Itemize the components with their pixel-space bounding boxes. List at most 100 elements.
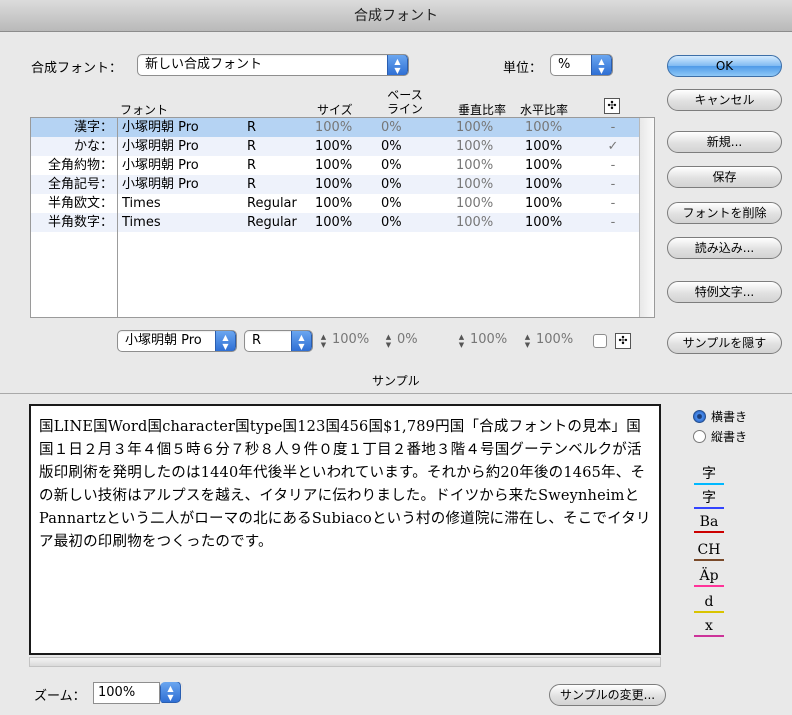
horizontal-scale-value[interactable]: 100% (536, 332, 573, 347)
cell-style: R (247, 177, 257, 192)
popup-arrows-icon: ▲ ▼ (291, 331, 312, 351)
cell-center: - (610, 196, 616, 211)
ok-button[interactable]: OK (667, 55, 782, 77)
sample-heading: サンプル (372, 374, 420, 388)
cell-vscale: 100% (456, 120, 494, 135)
sample-scrollbar[interactable] (29, 657, 661, 667)
composite-font-select[interactable]: 新しい合成フォント ▲ ▼ (137, 54, 409, 76)
cell-hscale: 100% (525, 196, 563, 211)
popup-arrows-icon: ▲ ▼ (160, 682, 181, 703)
cell-size: 100% (315, 139, 353, 154)
cell-size: 100% (315, 196, 353, 211)
cell-label: かな： (73, 139, 113, 154)
cell-center: - (610, 120, 616, 135)
cell-style: Regular (247, 215, 297, 230)
cell-font: 小塚明朝 Pro (122, 120, 199, 135)
header-baseline-2: ライン (386, 102, 423, 116)
cell-hscale: 100% (525, 139, 563, 154)
cell-font: Times (122, 196, 161, 211)
table-row[interactable]: 半角欧文： Times Regular 100% 0% 100% 100% - (31, 194, 640, 213)
guide-glyph[interactable]: x (694, 617, 724, 635)
cell-baseline: 0% (381, 215, 402, 230)
font-select[interactable]: 小塚明朝 Pro ▲ ▼ (117, 330, 237, 352)
save-button[interactable]: 保存 (667, 166, 782, 188)
unit-value: % (558, 57, 571, 72)
zoom-field[interactable]: 100% (93, 682, 160, 704)
header-size: サイズ (317, 103, 353, 117)
horizontal-scale-stepper[interactable]: ▲ ▼ (522, 331, 533, 351)
style-select[interactable]: R ▲ ▼ (244, 330, 313, 352)
cell-baseline: 0% (381, 158, 402, 173)
vertical-scale-stepper[interactable]: ▲ ▼ (456, 331, 467, 351)
guide-line (694, 507, 724, 509)
cell-style: R (247, 158, 257, 173)
sample-preview: 国LINE国Word国character国type国123国456国$1,789… (29, 404, 661, 655)
cross-arrows-icon: ✣ (615, 333, 631, 349)
unit-label: 単位： (503, 61, 543, 76)
cell-style: Regular (247, 196, 297, 211)
guide-line (694, 559, 724, 561)
cell-vscale: 100% (456, 158, 494, 173)
vertical-label: 縦書き (711, 430, 748, 444)
baseline-value[interactable]: 0% (397, 332, 418, 347)
header-font: フォント (120, 103, 169, 117)
guide-glyph[interactable]: 字 (694, 465, 724, 483)
table-row[interactable]: 漢字： 小塚明朝 Pro R 100% 0% 100% 100% - (31, 118, 640, 137)
cell-font: 小塚明朝 Pro (122, 177, 199, 192)
font-settings-table: 漢字： 小塚明朝 Pro R 100% 0% 100% 100% - かな： 小塚明朝 Pro R 1… (30, 117, 655, 318)
header-vertical-scale: 垂直比率 (458, 103, 507, 117)
horizontal-radio[interactable] (693, 410, 706, 423)
cell-hscale: 100% (525, 177, 563, 192)
cross-arrows-icon: ✣ (604, 98, 620, 114)
delete-font-button[interactable]: フォントを削除 (667, 202, 782, 224)
vertical-scale-value[interactable]: 100% (470, 332, 507, 347)
header-horizontal-scale: 水平比率 (520, 103, 569, 117)
sample-text: 国LINE国Word国character国type国123国456国$1,789… (39, 419, 651, 550)
table-scrollbar[interactable] (639, 118, 654, 317)
size-stepper[interactable]: ▲ ▼ (318, 331, 329, 351)
cell-baseline: 0% (381, 177, 402, 192)
guide-glyph[interactable]: CH (694, 541, 724, 559)
popup-arrows-icon: ▲ ▼ (387, 55, 408, 75)
vertical-radio[interactable] (693, 430, 706, 443)
cell-hscale: 100% (525, 158, 563, 173)
zoom-select[interactable]: ▲ ▼ (160, 682, 183, 704)
cell-label: 半角数字： (47, 215, 113, 230)
cell-center: - (610, 158, 616, 173)
center-checkbox[interactable] (593, 334, 607, 348)
cell-baseline: 0% (381, 196, 402, 211)
guide-glyph[interactable]: d (694, 593, 724, 611)
table-row[interactable]: かな： 小塚明朝 Pro R 100% 0% 100% 100% ✓ (31, 137, 640, 156)
guide-line (694, 611, 724, 613)
exception-chars-button[interactable]: 特例文字... (667, 281, 782, 303)
baseline-stepper[interactable]: ▲ ▼ (383, 331, 394, 351)
import-button[interactable]: 読み込み... (667, 237, 782, 259)
zoom-label: ズーム： (34, 689, 86, 704)
table-row[interactable]: 全角記号： 小塚明朝 Pro R 100% 0% 100% 100% - (31, 175, 640, 194)
cell-baseline: 0% (381, 120, 402, 135)
cell-size: 100% (315, 158, 353, 173)
composite-font-value: 新しい合成フォント (145, 57, 263, 72)
window-title: 合成フォント (0, 0, 792, 32)
cell-center: ✓ (607, 139, 619, 154)
cell-center: - (610, 177, 616, 192)
table-row[interactable]: 半角数字： Times Regular 100% 0% 100% 100% - (31, 213, 640, 232)
cell-center: - (610, 215, 616, 230)
cell-vscale: 100% (456, 177, 494, 192)
table-row[interactable]: 全角約物： 小塚明朝 Pro R 100% 0% 100% 100% - (31, 156, 640, 175)
cell-label: 全角記号： (47, 177, 113, 192)
cell-label: 半角欧文： (47, 196, 113, 211)
guide-glyph[interactable]: Ba (694, 513, 724, 531)
guide-glyph[interactable]: 字 (694, 489, 724, 507)
change-sample-button[interactable]: サンプルの変更... (549, 684, 667, 706)
cell-font: 小塚明朝 Pro (122, 158, 199, 173)
unit-select[interactable]: % ▲ ▼ (550, 54, 613, 76)
size-value[interactable]: 100% (332, 332, 369, 347)
cancel-button[interactable]: キャンセル (667, 89, 782, 111)
popup-arrows-icon: ▲ ▼ (215, 331, 236, 351)
cell-vscale: 100% (456, 215, 494, 230)
guide-glyph[interactable]: Äp (694, 567, 724, 585)
hide-sample-button[interactable]: サンプルを隠す (667, 332, 782, 354)
new-button[interactable]: 新規... (667, 131, 782, 153)
style-select-value: R (252, 333, 262, 348)
